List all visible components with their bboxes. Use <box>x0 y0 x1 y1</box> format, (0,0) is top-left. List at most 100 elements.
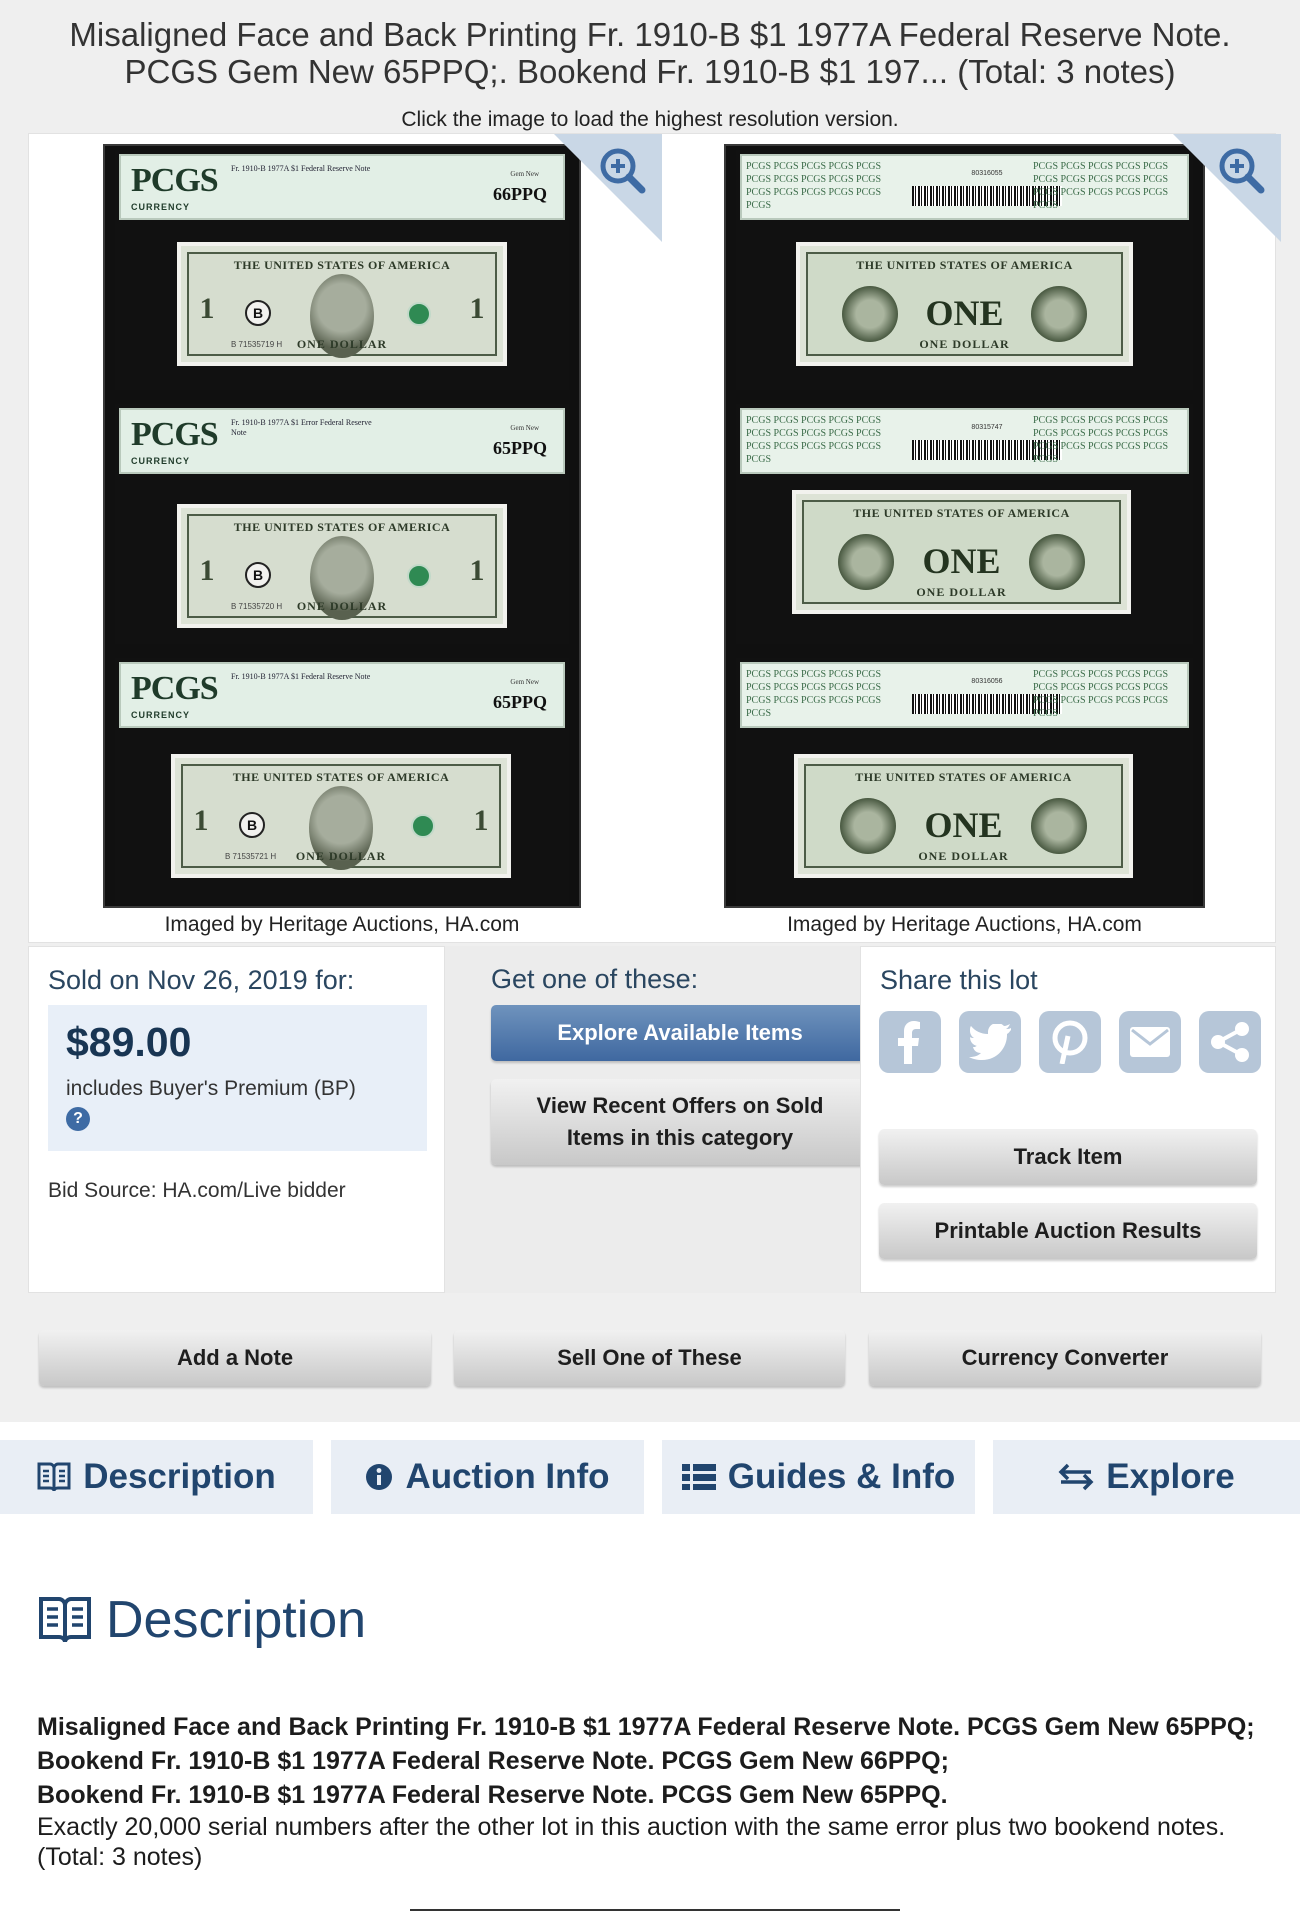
eagle-seal <box>1031 798 1087 854</box>
note-footer: ONE DOLLAR <box>916 585 1007 599</box>
banknote-front: THE UNITED STATES OF AMERICA 1 1 B B 715… <box>171 754 511 878</box>
pcgs-logo: PCGS <box>131 670 219 707</box>
grade-title: Gem New <box>510 170 539 178</box>
tab-description[interactable]: Description <box>0 1440 313 1514</box>
tab-guides-info[interactable]: Guides & Info <box>662 1440 975 1514</box>
treasury-seal <box>407 564 431 588</box>
description-line: Bookend Fr. 1910-B $1 1977A Federal Rese… <box>37 1747 949 1775</box>
note-footer: ONE DOLLAR <box>295 849 387 863</box>
slab-label-back: PCGS PCGS PCGS PCGS PCGS PCGS PCGS PCGS … <box>740 662 1189 728</box>
front-image[interactable]: PCGS CURRENCY Fr. 1910-B 1977A $1 Federa… <box>103 144 581 908</box>
one-word: ONE <box>922 541 1001 581</box>
banknote-back: THE UNITED STATES OF AMERICA ONE ONE DOL… <box>796 242 1133 366</box>
slab-label-back: PCGS PCGS PCGS PCGS PCGS PCGS PCGS PCGS … <box>740 154 1189 220</box>
slab-front-2: PCGS CURRENCY Fr. 1910-B 1977A $1 Error … <box>115 404 569 644</box>
track-item-button[interactable]: Track Item <box>879 1129 1257 1185</box>
sold-price: $89.00 <box>66 1019 192 1065</box>
email-icon[interactable] <box>1119 1011 1181 1073</box>
slab-back-3: PCGS PCGS PCGS PCGS PCGS PCGS PCGS PCGS … <box>736 658 1193 904</box>
description-heading: Description <box>38 1590 366 1650</box>
pcgs-logo: PCGS <box>131 162 219 199</box>
share-icon[interactable] <box>1199 1011 1261 1073</box>
slab-front-1: PCGS CURRENCY Fr. 1910-B 1977A $1 Federa… <box>115 150 569 390</box>
description-body: Misaligned Face and Back Printing Fr. 19… <box>37 1710 1267 1872</box>
tab-auction-info[interactable]: Auction Info <box>331 1440 644 1514</box>
banknote-back: THE UNITED STATES OF AMERICA ONE ONE DOL… <box>794 754 1133 878</box>
image-credit: Imaged by Heritage Auctions, HA.com <box>164 913 520 936</box>
sold-heading: Sold on Nov 26, 2019 for: <box>48 965 355 995</box>
bid-source: Bid Source: HA.com/Live bidder <box>48 1179 346 1202</box>
back-image[interactable]: PCGS PCGS PCGS PCGS PCGS PCGS PCGS PCGS … <box>724 144 1205 908</box>
grade: 65PPQ <box>493 438 547 458</box>
facebook-icon[interactable] <box>879 1011 941 1073</box>
lot-title: Misaligned Face and Back Printing Fr. 19… <box>69 16 1231 90</box>
printable-results-button[interactable]: Printable Auction Results <box>879 1203 1257 1259</box>
note-footer: ONE DOLLAR <box>296 599 388 613</box>
banknote-front: THE UNITED STATES OF AMERICA 1 1 B B 715… <box>177 242 507 366</box>
book-icon <box>37 1462 71 1492</box>
eagle-seal <box>1031 286 1087 342</box>
lot-info-row: Sold on Nov 26, 2019 for: $89.00 include… <box>28 946 1276 1293</box>
pcgs-logo-sub: CURRENCY <box>131 202 191 212</box>
pinterest-icon[interactable] <box>1039 1011 1101 1073</box>
add-note-button[interactable]: Add a Note <box>39 1330 431 1386</box>
note-header: THE UNITED STATES OF AMERICA <box>232 770 450 784</box>
zoom-corner-right[interactable] <box>1173 134 1281 242</box>
one-word: ONE <box>924 805 1003 845</box>
slab-label: PCGS CURRENCY Fr. 1910-B 1977A $1 Federa… <box>119 662 565 728</box>
pcgs-logo: PCGS <box>131 416 219 453</box>
slab-label: PCGS CURRENCY Fr. 1910-B 1977A $1 Error … <box>119 408 565 474</box>
currency-converter-button[interactable]: Currency Converter <box>869 1330 1261 1386</box>
pcgs-logo-sub: CURRENCY <box>131 456 191 466</box>
exchange-icon <box>1058 1463 1094 1491</box>
image-panel: PCGS CURRENCY Fr. 1910-B 1977A $1 Federa… <box>28 133 1281 943</box>
description-title: Description <box>106 1591 367 1649</box>
one-word: ONE <box>925 293 1004 333</box>
zoom-in-icon[interactable] <box>1213 142 1273 202</box>
description-line: Misaligned Face and Back Printing Fr. 19… <box>37 1713 1255 1741</box>
district-seal: B <box>245 562 271 588</box>
info-icon <box>366 1464 393 1490</box>
tab-label: Auction Info <box>405 1457 610 1496</box>
grade: 65PPQ <box>493 692 547 712</box>
slab-description: Fr. 1910-B 1977A $1 Error Federal Reserv… <box>231 418 372 437</box>
treasury-seal <box>407 302 431 326</box>
grade-title: Gem New <box>510 424 539 432</box>
action-buttons: Add a Note Sell One of These Currency Co… <box>0 1330 1300 1386</box>
eagle-seal <box>1029 534 1085 590</box>
tab-label: Explore <box>1106 1457 1235 1496</box>
slab-back-1: PCGS PCGS PCGS PCGS PCGS PCGS PCGS PCGS … <box>736 150 1193 390</box>
image-hint: Click the image to load the highest reso… <box>401 108 899 131</box>
slab-description: Fr. 1910-B 1977A $1 Federal Reserve Note <box>231 672 371 681</box>
banknote-front: THE UNITED STATES OF AMERICA 1 1 B B 715… <box>177 504 507 628</box>
slab-label-back: PCGS PCGS PCGS PCGS PCGS PCGS PCGS PCGS … <box>740 408 1189 474</box>
lot-header-area: Misaligned Face and Back Printing Fr. 19… <box>0 0 1300 1422</box>
list-icon <box>681 1464 716 1490</box>
note-header: THE UNITED STATES OF AMERICA <box>233 520 451 534</box>
slab-front-3: PCGS CURRENCY Fr. 1910-B 1977A $1 Federa… <box>115 658 569 904</box>
book-icon <box>39 1597 91 1643</box>
zoom-in-icon[interactable] <box>594 142 654 202</box>
recent-offers-button[interactable]: View Recent Offers on Sold Items in this… <box>491 1079 869 1165</box>
tab-explore[interactable]: Explore <box>993 1440 1300 1514</box>
note-header: THE UNITED STATES OF AMERICA <box>856 258 1073 272</box>
buyers-premium-note: includes Buyer's Premium (BP) <box>66 1077 356 1100</box>
price-box: $89.00 includes Buyer's Premium (BP) ? <box>48 1005 427 1151</box>
get-column: Get one of these: Explore Available Item… <box>445 946 869 1293</box>
grade: 66PPQ <box>493 184 547 204</box>
sell-one-button[interactable]: Sell One of These <box>454 1330 845 1386</box>
help-icon[interactable]: ? <box>66 1107 90 1131</box>
share-column: Share this lot Track Item Printable Auct… <box>860 946 1276 1293</box>
slab-back-2: PCGS PCGS PCGS PCGS PCGS PCGS PCGS PCGS … <box>736 404 1193 644</box>
image-credit: Imaged by Heritage Auctions, HA.com <box>787 913 1142 936</box>
zoom-corner-left[interactable] <box>554 134 662 242</box>
tab-label: Description <box>83 1457 276 1496</box>
pyramid-seal <box>842 286 898 342</box>
explore-available-button[interactable]: Explore Available Items <box>491 1005 869 1061</box>
pyramid-seal <box>840 798 896 854</box>
twitter-icon[interactable] <box>959 1011 1021 1073</box>
pcgs-logo-sub: CURRENCY <box>131 710 191 720</box>
note-footer: ONE DOLLAR <box>296 337 388 351</box>
description-line: Bookend Fr. 1910-B $1 1977A Federal Rese… <box>37 1781 948 1809</box>
share-heading: Share this lot <box>880 965 1038 995</box>
